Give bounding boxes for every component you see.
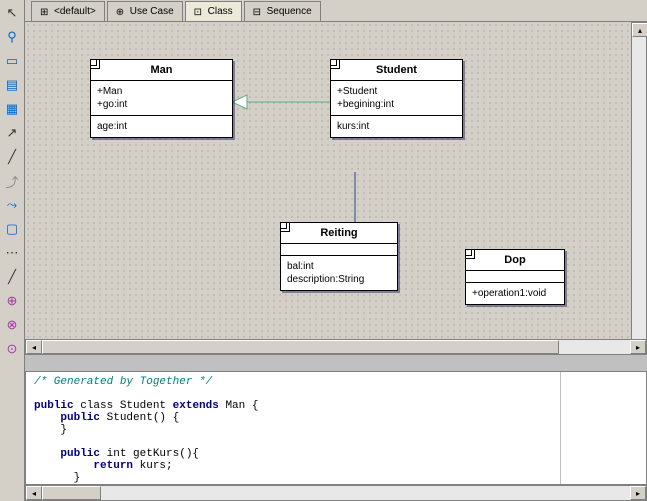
more-tool-icon[interactable]: ╱ [3,268,21,286]
class-attributes: age:int [91,116,232,137]
code-hscroll[interactable]: ◂ ▸ [25,485,647,501]
diagram-vscroll[interactable]: ▴ ▾ [631,22,647,355]
package-tool-icon[interactable]: ▦ [3,100,21,118]
pointer-tool-icon[interactable]: ↖ [3,4,21,22]
fold-icon [90,59,100,69]
class-operations: +operation1:void [466,283,564,304]
node-tool-icon[interactable]: ⊙ [3,340,21,358]
code-editor-pane: /* Generated by Together */ public class… [25,371,647,485]
class-name: Dop [466,250,564,271]
fold-icon [465,249,475,259]
interface-tool-icon[interactable]: ▤ [3,76,21,94]
tool-palette: ↖ ⚲ ▭ ▤ ▦ ↗ ╱ ⤴ ⤳ ▢ ⋯ ╱ ⊕ ⊗ ⊙ [0,0,25,501]
sequence-icon: ⊟ [253,7,263,17]
class-tool-icon[interactable]: ▭ [3,52,21,70]
class-name: Reiting [281,223,397,244]
tab-default[interactable]: ⊞ <default> [31,1,105,21]
scroll-right-icon[interactable]: ▸ [630,486,646,500]
scroll-right-icon[interactable]: ▸ [630,340,646,354]
scroll-up-icon[interactable]: ▴ [632,23,647,37]
scroll-track[interactable] [632,37,646,340]
code-side-panel [561,372,646,484]
fold-icon [330,59,340,69]
tab-label: Use Case [130,6,174,17]
diagram-tabs: ⊞ <default> ⊕ Use Case ⊡ Class ⊟ Sequence [25,0,647,22]
component-tool-icon[interactable]: ⊗ [3,316,21,334]
tab-label: <default> [54,6,96,17]
class-name: Man [91,60,232,81]
generalization-tool-icon[interactable]: ↗ [3,124,21,142]
realization-tool-icon[interactable]: ⤳ [3,196,21,214]
scroll-left-icon[interactable]: ◂ [26,340,42,354]
code-editor[interactable]: /* Generated by Together */ public class… [26,372,561,484]
anchor-tool-icon[interactable]: ⋯ [3,244,21,262]
diagram-canvas[interactable]: Man +Man +go:int age:int Student +Studen… [25,22,647,355]
tab-label: Class [208,6,233,17]
fold-icon [280,222,290,232]
tab-label: Sequence [267,6,312,17]
class-student[interactable]: Student +Student +begining:int kurs:int [330,59,463,138]
class-attributes: kurs:int [331,116,462,137]
class-name: Student [331,60,462,81]
scroll-track[interactable] [42,486,630,500]
diagram-icon: ⊞ [40,7,50,17]
tab-sequence[interactable]: ⊟ Sequence [244,1,321,21]
tab-usecase[interactable]: ⊕ Use Case [107,1,183,21]
dependency-tool-icon[interactable]: ⤴ [3,172,21,190]
scroll-track[interactable] [42,340,630,354]
class-operations [281,244,397,256]
class-man[interactable]: Man +Man +go:int age:int [90,59,233,138]
class-dop[interactable]: Dop +operation1:void [465,249,565,305]
class-icon: ⊡ [194,7,204,17]
class-attributes: bal:int description:String [281,256,397,290]
diagram-hscroll[interactable]: ◂ ▸ [25,339,647,355]
object-tool-icon[interactable]: ⊕ [3,292,21,310]
class-reiting[interactable]: Reiting bal:int description:String [280,222,398,291]
class-operations: +Man +go:int [91,81,232,116]
class-attributes [466,271,564,283]
zoom-tool-icon[interactable]: ⚲ [3,28,21,46]
class-operations: +Student +begining:int [331,81,462,116]
association-tool-icon[interactable]: ╱ [3,148,21,166]
scroll-left-icon[interactable]: ◂ [26,486,42,500]
usecase-icon: ⊕ [116,7,126,17]
tab-class[interactable]: ⊡ Class [185,1,242,21]
note-tool-icon[interactable]: ▢ [3,220,21,238]
